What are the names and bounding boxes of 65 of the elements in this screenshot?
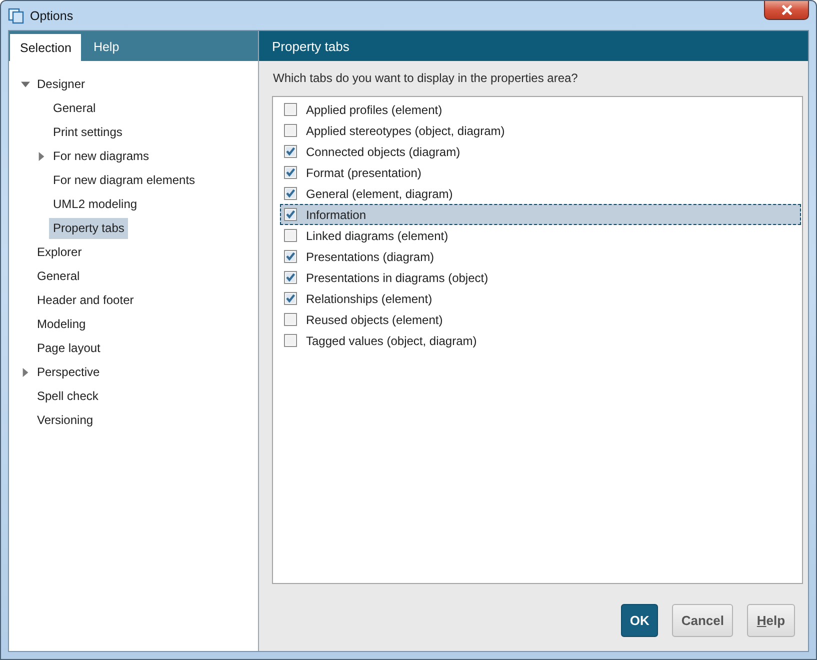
checkbox-label: Linked diagrams (element) (306, 228, 448, 242)
tree-item[interactable]: UML2 modeling (49, 194, 142, 214)
list-row[interactable]: Information (280, 204, 801, 225)
panel-title: Property tabs (272, 38, 350, 54)
dialog-button[interactable]: Cancel (672, 604, 733, 637)
tree-item[interactable]: General (33, 266, 84, 286)
list-row[interactable]: Presentations in diagrams (object) (280, 267, 801, 288)
list-row[interactable]: Format (presentation) (280, 162, 801, 183)
tree-item[interactable]: Property tabs (49, 218, 128, 238)
checkbox-label: Presentations (diagram) (306, 250, 434, 264)
list-row[interactable]: Tagged values (object, diagram) (280, 330, 801, 351)
checkbox-label: Applied stereotypes (object, diagram) (306, 124, 505, 138)
checkbox-label: Presentations in diagrams (object) (306, 270, 488, 284)
checkbox-label: Information (306, 208, 366, 222)
tree-item[interactable]: Designer (33, 74, 90, 94)
list-row[interactable]: Connected objects (diagram) (280, 141, 801, 162)
collapsed-arrow-icon[interactable] (37, 152, 46, 160)
tree-item[interactable]: Modeling (33, 314, 90, 334)
tab[interactable]: Selection (10, 34, 82, 61)
tree-item[interactable]: For new diagram elements (49, 170, 200, 190)
checkbox-label: Format (presentation) (306, 166, 422, 180)
checkbox-label: Tagged values (object, diagram) (306, 334, 477, 348)
tree-item[interactable]: Print settings (49, 122, 126, 142)
close-button[interactable] (764, 1, 809, 20)
tree-item[interactable]: Header and footer (33, 290, 138, 310)
tree-item[interactable]: Explorer (33, 242, 86, 262)
checkbox[interactable] (284, 313, 297, 326)
list-row[interactable]: Reused objects (element) (280, 309, 801, 330)
list-row[interactable]: Relationships (element) (280, 288, 801, 309)
tree-item[interactable]: General (49, 98, 100, 118)
checked-checkbox[interactable] (284, 187, 297, 200)
checkbox-label: Relationships (element) (306, 292, 432, 306)
tab[interactable]: Help (81, 31, 132, 61)
tree-item[interactable]: Spell check (33, 386, 102, 406)
collapsed-arrow-icon[interactable] (21, 368, 30, 376)
list-row[interactable]: Applied profiles (element) (280, 99, 801, 120)
tree-item[interactable]: For new diagrams (49, 146, 154, 166)
checkbox-label: General (element, diagram) (306, 186, 453, 200)
checked-checkbox[interactable] (284, 208, 297, 221)
tree-item[interactable]: Perspective (33, 362, 104, 382)
checkbox[interactable] (284, 124, 297, 137)
checkbox[interactable] (284, 229, 297, 242)
checked-checkbox[interactable] (284, 166, 297, 179)
dialog-button[interactable]: Help (747, 604, 795, 637)
checkbox-label: Connected objects (diagram) (306, 144, 460, 158)
checked-checkbox[interactable] (284, 145, 297, 158)
tree-item[interactable]: Page layout (33, 338, 104, 358)
prompt-text: Which tabs do you want to display in the properties area? (272, 71, 578, 85)
checked-checkbox[interactable] (284, 292, 297, 305)
dialog-button[interactable]: OK (620, 604, 658, 637)
list-row[interactable]: Presentations (diagram) (280, 246, 801, 267)
list-row[interactable]: General (element, diagram) (280, 183, 801, 204)
checkbox-label: Applied profiles (element) (306, 102, 442, 116)
window-app-icon (8, 8, 24, 24)
expanded-arrow-icon[interactable] (21, 80, 30, 88)
list-row[interactable]: Linked diagrams (element) (280, 225, 801, 246)
close-icon (782, 5, 792, 15)
checkbox-label: Reused objects (element) (306, 312, 443, 326)
checkbox[interactable] (284, 334, 297, 347)
checked-checkbox[interactable] (284, 271, 297, 284)
checked-checkbox[interactable] (284, 250, 297, 263)
checkbox[interactable] (284, 103, 297, 116)
list-row[interactable]: Applied stereotypes (object, diagram) (280, 120, 801, 141)
tree-item[interactable]: Versioning (33, 410, 98, 430)
window-title: Options (30, 8, 74, 22)
